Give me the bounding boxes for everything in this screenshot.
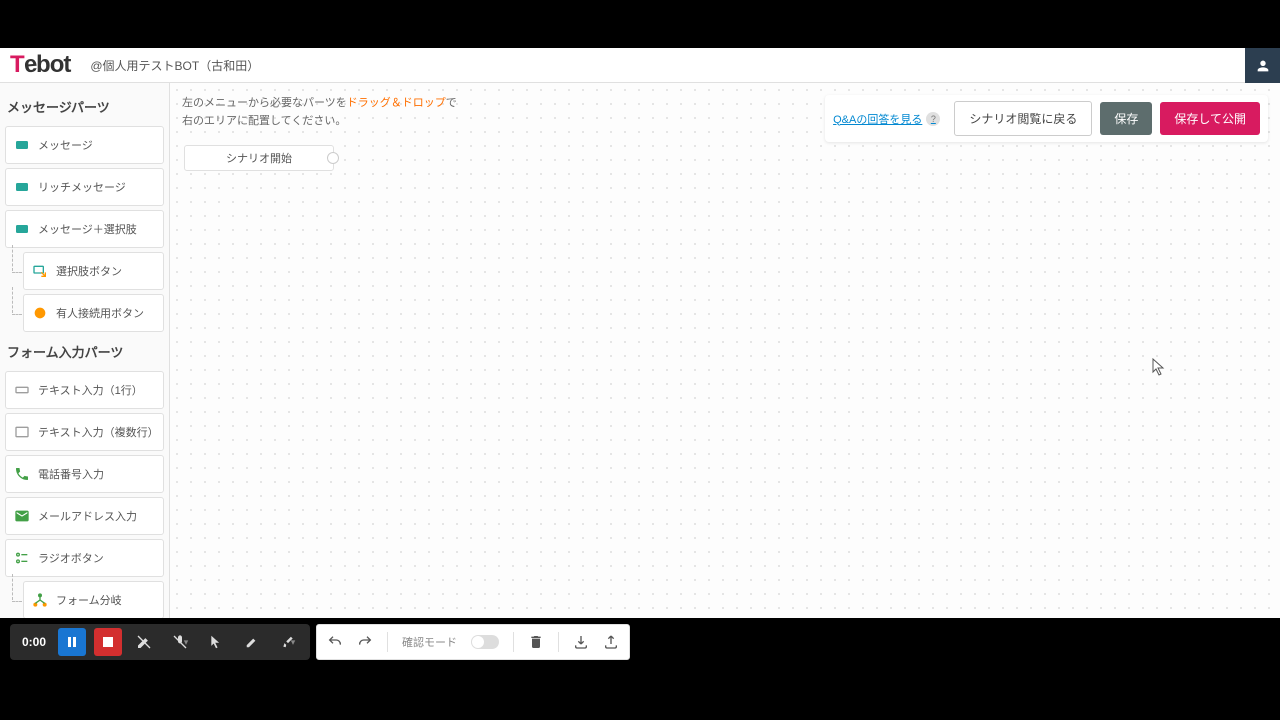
divider — [387, 632, 388, 652]
text-single-icon — [14, 382, 30, 398]
cursor-icon — [1152, 358, 1166, 376]
hint-text: 左のメニューから必要なパーツをドラッグ＆ドロップで 右のエリアに配置してください… — [182, 95, 457, 130]
scenario-start-node[interactable]: シナリオ開始 — [184, 145, 334, 171]
body: メッセージパーツ メッセージ リッチメッセージ メッセージ＋選択肢 選択肢ボタン… — [0, 83, 1280, 618]
app-window: Tebot @個人用テストBOT（古和田） メッセージパーツ メッセージ リッチ… — [0, 48, 1280, 618]
section-message-parts: メッセージパーツ — [5, 91, 164, 122]
canvas-top: 左のメニューから必要なパーツをドラッグ＆ドロップで 右のエリアに配置してください… — [182, 95, 1268, 142]
part-text-multi[interactable]: テキスト入力（複数行） — [5, 413, 164, 451]
pencil-tool[interactable] — [238, 628, 266, 656]
export-button[interactable] — [603, 634, 619, 650]
redo-button[interactable] — [357, 634, 373, 650]
part-label: リッチメッセージ — [38, 179, 126, 195]
part-label: 選択肢ボタン — [56, 263, 122, 279]
message-select-icon — [14, 221, 30, 237]
page-title: @個人用テストBOT（古和田） — [90, 57, 259, 74]
logo: Tebot — [10, 51, 70, 79]
start-node-label: シナリオ開始 — [226, 150, 292, 166]
part-radio[interactable]: ラジオボタン — [5, 539, 164, 577]
part-label: ラジオボタン — [38, 550, 104, 566]
part-form-branch[interactable]: フォーム分岐 — [23, 581, 164, 618]
delete-button[interactable] — [528, 634, 544, 650]
pointer-tool[interactable] — [202, 628, 230, 656]
pen-off-icon — [136, 634, 152, 650]
user-menu-button[interactable] — [1245, 48, 1280, 83]
export-icon — [603, 634, 619, 650]
pause-button[interactable] — [58, 628, 86, 656]
part-operator-button[interactable]: 有人接続用ボタン — [23, 294, 164, 332]
part-label: フォーム分岐 — [56, 592, 122, 608]
rich-message-icon — [14, 179, 30, 195]
section-form-parts: フォーム入力パーツ — [5, 336, 164, 367]
message-icon — [14, 137, 30, 153]
part-phone[interactable]: 電話番号入力 — [5, 455, 164, 493]
chevron-down-icon: ▾ — [184, 637, 189, 648]
redo-icon — [357, 634, 373, 650]
sidebar: メッセージパーツ メッセージ リッチメッセージ メッセージ＋選択肢 選択肢ボタン… — [0, 83, 170, 618]
phone-icon — [14, 466, 30, 482]
qa-link[interactable]: Q&Aの回答を見る ? — [833, 111, 940, 127]
bottom-bar: 0:00 ▾ ▾ 確認モード — [10, 624, 630, 660]
part-rich-message[interactable]: リッチメッセージ — [5, 168, 164, 206]
hint-line2: 右のエリアに配置してください。 — [182, 115, 346, 127]
pencil-icon — [245, 635, 259, 649]
part-label: 電話番号入力 — [38, 466, 104, 482]
top-actions: Q&Aの回答を見る ? シナリオ閲覧に戻る 保存 保存して公開 — [825, 95, 1268, 142]
operator-icon — [32, 305, 48, 321]
logo-rest: bot — [36, 51, 70, 78]
part-label: テキスト入力（複数行） — [38, 424, 155, 440]
undo-button[interactable] — [327, 634, 343, 650]
recording-panel: 0:00 ▾ ▾ — [10, 624, 310, 660]
logo-e: e — [22, 51, 37, 80]
undo-icon — [327, 634, 343, 650]
text-multi-icon — [14, 424, 30, 440]
back-button[interactable]: シナリオ閲覧に戻る — [954, 101, 1092, 136]
qa-link-label: Q&Aの回答を見る — [833, 111, 922, 127]
mode-toggle[interactable] — [471, 635, 499, 649]
import-icon — [573, 634, 589, 650]
help-icon: ? — [926, 112, 940, 126]
branch-icon — [32, 592, 48, 608]
recording-time: 0:00 — [18, 635, 50, 649]
highlight-tool[interactable]: ▾ — [274, 628, 302, 656]
pause-icon — [66, 636, 78, 648]
header: Tebot @個人用テストBOT（古和田） — [0, 48, 1280, 83]
part-label: メッセージ＋選択肢 — [38, 221, 137, 237]
canvas[interactable]: 左のメニューから必要なパーツをドラッグ＆ドロップで 右のエリアに配置してください… — [170, 83, 1280, 618]
stop-icon — [103, 637, 113, 647]
part-select-button[interactable]: 選択肢ボタン — [23, 252, 164, 290]
stop-button[interactable] — [94, 628, 122, 656]
part-label: メッセージ — [38, 137, 93, 153]
save-button[interactable]: 保存 — [1100, 102, 1152, 135]
hint-suffix: で — [446, 97, 457, 109]
logo-t: T — [10, 51, 24, 78]
select-button-icon — [32, 263, 48, 279]
radio-icon — [14, 550, 30, 566]
hint-prefix: 左のメニューから必要なパーツを — [182, 97, 347, 109]
part-email[interactable]: メールアドレス入力 — [5, 497, 164, 535]
hint-highlight: ドラッグ＆ドロップ — [347, 97, 446, 109]
trash-icon — [528, 634, 544, 650]
canvas-toolbar: 確認モード — [316, 624, 630, 660]
chevron-down-icon: ▾ — [291, 637, 296, 648]
publish-button[interactable]: 保存して公開 — [1160, 102, 1260, 135]
import-button[interactable] — [573, 634, 589, 650]
part-label: メールアドレス入力 — [38, 508, 137, 524]
divider — [558, 632, 559, 652]
draw-tool[interactable] — [130, 628, 158, 656]
user-icon — [1255, 58, 1271, 74]
mic-tool[interactable]: ▾ — [166, 628, 194, 656]
part-message[interactable]: メッセージ — [5, 126, 164, 164]
mode-label: 確認モード — [402, 634, 457, 650]
part-message-select[interactable]: メッセージ＋選択肢 — [5, 210, 164, 248]
part-label: テキスト入力（1行） — [38, 382, 143, 398]
divider — [513, 632, 514, 652]
email-icon — [14, 508, 30, 524]
part-text-single[interactable]: テキスト入力（1行） — [5, 371, 164, 409]
part-label: 有人接続用ボタン — [56, 305, 144, 321]
pointer-icon — [209, 635, 223, 649]
